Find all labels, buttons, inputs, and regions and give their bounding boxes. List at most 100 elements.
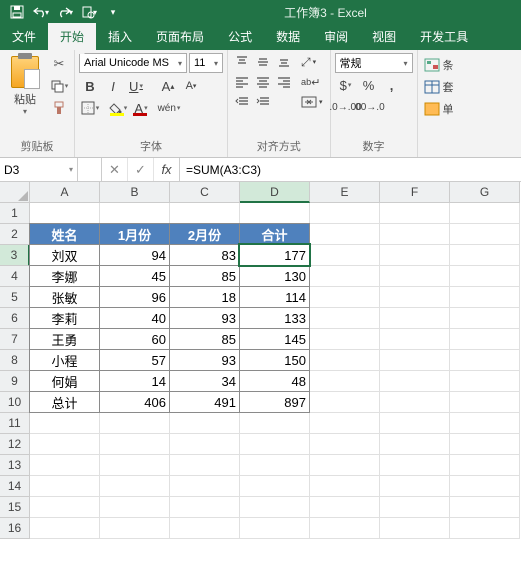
column-header[interactable]: C [170, 182, 240, 203]
cell[interactable]: 150 [239, 349, 310, 371]
cell[interactable] [310, 266, 380, 287]
save-icon[interactable] [6, 1, 28, 23]
decrease-font-button[interactable]: A▾ [180, 76, 202, 96]
select-all-corner[interactable] [0, 182, 30, 203]
chevron-down-icon[interactable]: ▾ [404, 59, 408, 68]
row-header[interactable]: 3 [0, 245, 30, 266]
cell[interactable]: 96 [99, 286, 170, 308]
column-header[interactable]: F [380, 182, 450, 203]
cell[interactable]: 1月份 [99, 223, 170, 245]
cell[interactable] [170, 497, 240, 518]
row-header[interactable]: 14 [0, 476, 30, 497]
cell[interactable]: 57 [99, 349, 170, 371]
cell[interactable]: 60 [99, 328, 170, 350]
cell[interactable] [380, 203, 450, 224]
cell[interactable]: 85 [169, 328, 240, 350]
cell[interactable] [170, 413, 240, 434]
tab-view[interactable]: 视图 [360, 23, 408, 50]
cell[interactable] [450, 371, 520, 392]
cell[interactable] [170, 434, 240, 455]
align-bottom-button[interactable] [274, 53, 294, 71]
fx-icon[interactable]: fx [154, 158, 180, 181]
cell[interactable] [450, 203, 520, 224]
cell[interactable] [450, 518, 520, 539]
cell[interactable] [240, 497, 310, 518]
cut-button[interactable]: ✂ [48, 55, 70, 73]
cell[interactable]: 145 [239, 328, 310, 350]
cell[interactable] [30, 518, 100, 539]
cell[interactable]: 48 [239, 370, 310, 392]
cell[interactable] [380, 329, 450, 350]
cell[interactable]: 93 [169, 307, 240, 329]
cell[interactable] [170, 476, 240, 497]
cell[interactable]: 93 [169, 349, 240, 371]
cell[interactable] [310, 476, 380, 497]
cell[interactable]: 姓名 [29, 223, 100, 245]
cell[interactable] [310, 392, 380, 413]
tab-developer[interactable]: 开发工具 [408, 23, 480, 50]
chevron-down-icon[interactable]: ▾ [69, 165, 73, 174]
cell[interactable]: 李莉 [29, 307, 100, 329]
cell[interactable] [380, 224, 450, 245]
cell[interactable]: 133 [239, 307, 310, 329]
column-header[interactable]: B [100, 182, 170, 203]
cell[interactable] [240, 455, 310, 476]
cell[interactable] [240, 203, 310, 224]
column-header[interactable]: A [30, 182, 100, 203]
cell[interactable] [310, 518, 380, 539]
cell[interactable]: 897 [239, 391, 310, 413]
border-button[interactable]: ▾ [79, 98, 101, 118]
cell[interactable] [240, 476, 310, 497]
row-header[interactable]: 13 [0, 455, 30, 476]
tab-review[interactable]: 审阅 [312, 23, 360, 50]
cell[interactable] [310, 224, 380, 245]
cell[interactable] [450, 308, 520, 329]
cell[interactable] [380, 245, 450, 266]
worksheet-grid[interactable]: ABCDEFG12姓名1月份2月份合计3刘双94831774李娜45851305… [0, 182, 521, 539]
row-header[interactable]: 7 [0, 329, 30, 350]
cell[interactable] [450, 413, 520, 434]
cell[interactable] [450, 329, 520, 350]
cell[interactable] [170, 518, 240, 539]
align-middle-button[interactable] [253, 53, 273, 71]
font-size-select[interactable]: 11▾ [189, 53, 223, 73]
cell[interactable]: 14 [99, 370, 170, 392]
paste-button[interactable]: 粘贴 ▾ [4, 53, 46, 136]
merge-center-button[interactable]: ▾ [298, 93, 326, 111]
cell[interactable] [450, 287, 520, 308]
enter-formula-button[interactable]: ✓ [128, 158, 154, 181]
cell[interactable]: 张敏 [29, 286, 100, 308]
orientation-button[interactable]: ⤢▾ [298, 53, 326, 71]
cell[interactable]: 40 [99, 307, 170, 329]
cell[interactable] [240, 434, 310, 455]
cell[interactable] [380, 371, 450, 392]
cell[interactable] [450, 476, 520, 497]
cell[interactable] [380, 392, 450, 413]
cell[interactable] [30, 497, 100, 518]
chevron-down-icon[interactable]: ▾ [214, 59, 218, 68]
print-preview-icon[interactable]: ▾ [78, 1, 100, 23]
cell-styles-button[interactable]: 单 [422, 99, 456, 119]
cell[interactable] [450, 245, 520, 266]
cell[interactable] [380, 266, 450, 287]
cell[interactable] [380, 518, 450, 539]
decrease-decimal-button[interactable]: .00→.0 [358, 97, 380, 117]
cell[interactable] [310, 371, 380, 392]
cell[interactable]: 406 [99, 391, 170, 413]
comma-format-button[interactable]: , [381, 75, 403, 95]
chevron-down-icon[interactable]: ▾ [178, 59, 182, 68]
undo-icon[interactable]: ▾ [30, 1, 52, 23]
cell[interactable] [100, 518, 170, 539]
chevron-down-icon[interactable]: ▾ [23, 107, 27, 116]
cell[interactable] [240, 413, 310, 434]
cell[interactable] [380, 308, 450, 329]
row-header[interactable]: 1 [0, 203, 30, 224]
font-color-button[interactable]: A▾ [130, 98, 152, 118]
cell[interactable] [380, 497, 450, 518]
row-header[interactable]: 8 [0, 350, 30, 371]
align-center-button[interactable] [253, 73, 273, 91]
cell[interactable] [310, 350, 380, 371]
align-top-button[interactable] [232, 53, 252, 71]
formula-input[interactable]: =SUM(A3:C3) [180, 158, 521, 181]
increase-font-button[interactable]: A▴ [157, 76, 179, 96]
